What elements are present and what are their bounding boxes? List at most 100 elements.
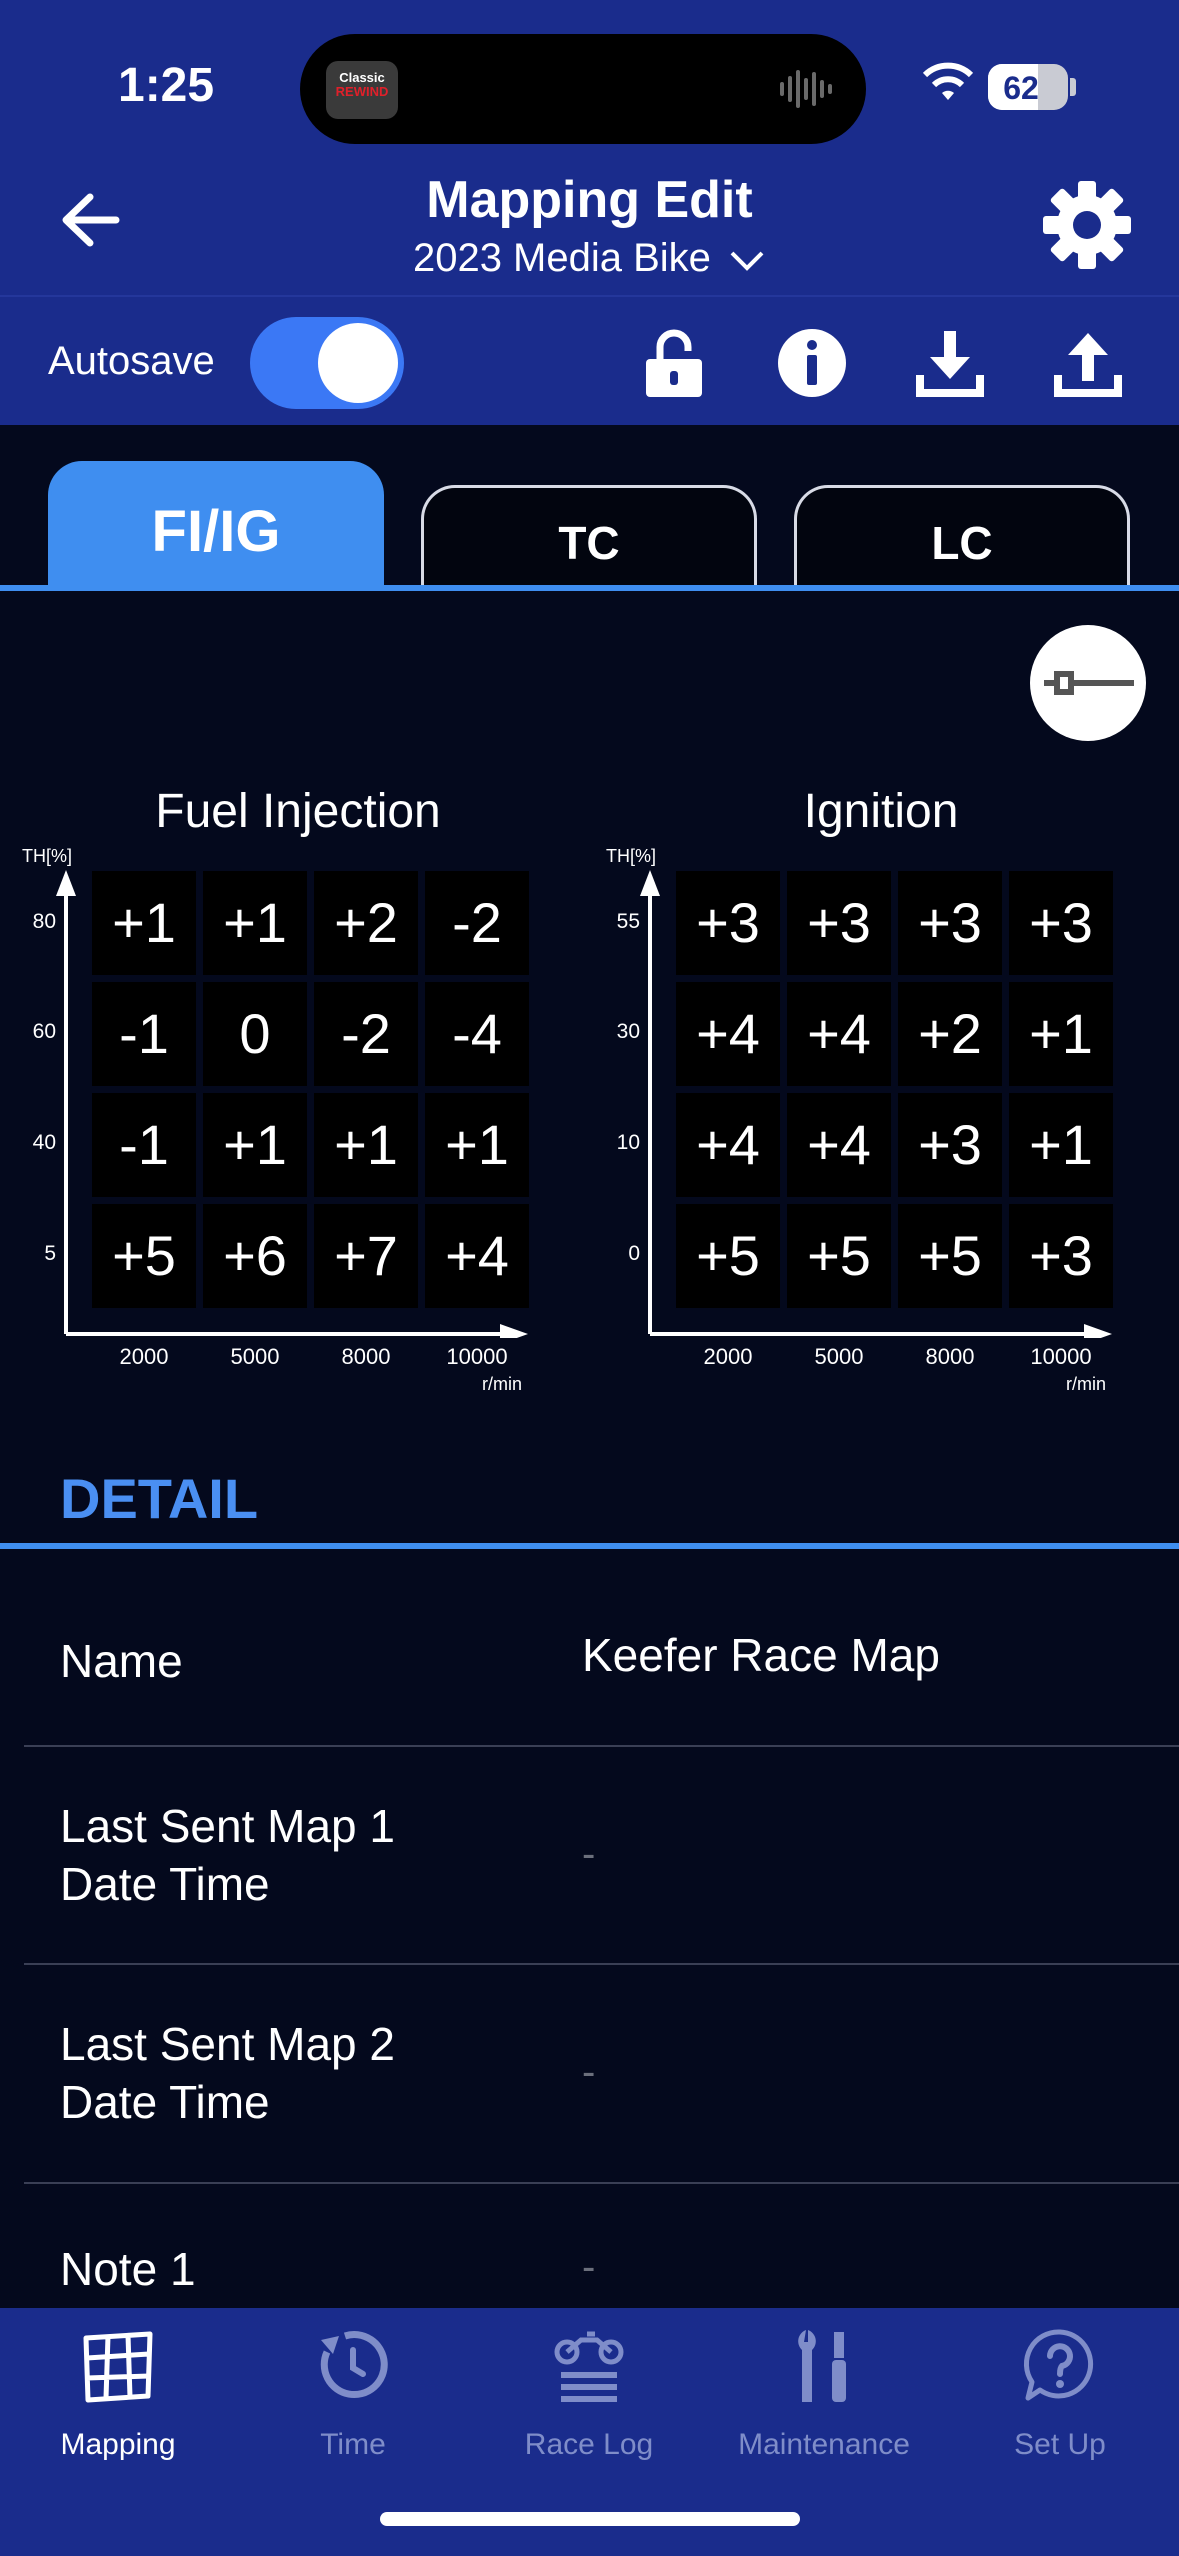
ignition-x-tick: 8000 xyxy=(925,1344,975,1369)
fuel-map-title: Fuel Injection xyxy=(155,785,441,838)
nav-set-up[interactable]: Set Up xyxy=(942,2308,1178,2488)
stopwatch-icon xyxy=(320,2331,388,2399)
ignition-cell[interactable]: +4 xyxy=(787,1093,891,1197)
settings-gear-icon[interactable] xyxy=(1042,180,1132,270)
fuel-cell[interactable]: -4 xyxy=(425,982,529,1086)
ignition-cell[interactable]: +3 xyxy=(787,871,891,975)
fuel-x-tick: 8000 xyxy=(341,1344,391,1369)
tab-fi-ig[interactable]: FI/IG xyxy=(48,461,384,589)
fuel-cell[interactable]: 0 xyxy=(203,982,307,1086)
tools-icon xyxy=(798,2330,846,2402)
motorcycle-icon xyxy=(554,2331,624,2402)
header-bar: 1:25 Classic REWIND 62 Mapping Edit 2023… xyxy=(0,0,1179,295)
upload-icon[interactable] xyxy=(1050,325,1126,401)
ignition-cell[interactable]: +3 xyxy=(898,871,1002,975)
fuel-cell[interactable]: +2 xyxy=(314,871,418,975)
nav-time[interactable]: Time xyxy=(235,2308,471,2488)
nav-label: Set Up xyxy=(1014,2428,1106,2461)
fuel-cell[interactable]: +1 xyxy=(92,871,196,975)
nav-mapping[interactable]: Mapping xyxy=(0,2308,236,2488)
ignition-cell[interactable]: +4 xyxy=(787,982,891,1086)
help-bubble-icon xyxy=(1023,2329,1094,2401)
detail-value: - xyxy=(582,2050,596,2094)
detail-label: Note 1 xyxy=(60,2243,196,2295)
detail-label: Name xyxy=(60,1635,183,1687)
fuel-x-unit: r/min xyxy=(482,1374,522,1394)
download-icon[interactable] xyxy=(912,325,988,401)
adjust-slider-button[interactable] xyxy=(1030,625,1146,741)
tab-lc[interactable]: LC xyxy=(794,485,1130,589)
fuel-cell[interactable]: -2 xyxy=(425,871,529,975)
ignition-cell[interactable]: +5 xyxy=(787,1204,891,1308)
ignition-cell[interactable]: +1 xyxy=(1009,1093,1113,1197)
ignition-cell[interactable]: +3 xyxy=(1009,871,1113,975)
bike-selector[interactable]: 2023 Media Bike xyxy=(0,236,1179,281)
nav-label: Maintenance xyxy=(738,2428,910,2461)
map-grid-icon xyxy=(83,2331,153,2403)
dynamic-island: Classic REWIND xyxy=(300,34,866,144)
ignition-cell[interactable]: +5 xyxy=(898,1204,1002,1308)
status-time: 1:25 xyxy=(118,59,215,112)
info-icon[interactable] xyxy=(774,325,850,401)
fuel-cell[interactable]: +1 xyxy=(425,1093,529,1197)
ignition-y-tick: 0 xyxy=(628,1242,640,1265)
ignition-cell[interactable]: +2 xyxy=(898,982,1002,1086)
audio-wave-icon xyxy=(780,70,832,108)
fuel-y-tick: 40 xyxy=(32,1131,56,1154)
autosave-label: Autosave xyxy=(48,339,215,383)
ignition-map-title: Ignition xyxy=(803,785,959,838)
fuel-cell[interactable]: -1 xyxy=(92,982,196,1086)
fuel-cell[interactable]: +1 xyxy=(203,871,307,975)
detail-value: - xyxy=(582,2245,596,2289)
row-divider xyxy=(24,2182,1179,2184)
nav-race-log[interactable]: Race Log xyxy=(471,2308,707,2488)
fuel-cell[interactable]: +6 xyxy=(203,1204,307,1308)
detail-heading: DETAIL xyxy=(60,1467,259,1530)
ignition-x-tick: 2000 xyxy=(703,1344,753,1369)
ignition-cell[interactable]: +3 xyxy=(898,1093,1002,1197)
fuel-cell[interactable]: +5 xyxy=(92,1204,196,1308)
autosave-toggle[interactable] xyxy=(250,317,404,409)
fuel-y-tick: 60 xyxy=(32,1020,56,1043)
ignition-cell[interactable]: +3 xyxy=(1009,1204,1113,1308)
slider-icon xyxy=(1044,671,1134,695)
ignition-cell[interactable]: +4 xyxy=(676,982,780,1086)
battery-indicator: 62 xyxy=(988,64,1068,110)
tab-tc[interactable]: TC xyxy=(421,485,757,589)
home-indicator[interactable] xyxy=(380,2512,800,2526)
unlock-icon[interactable] xyxy=(636,325,712,401)
wifi-icon xyxy=(922,62,974,100)
ignition-x-unit: r/min xyxy=(1066,1374,1106,1394)
ignition-cell[interactable]: +1 xyxy=(1009,982,1113,1086)
fuel-cell[interactable]: +1 xyxy=(314,1093,418,1197)
ignition-y-tick: 30 xyxy=(616,1020,640,1043)
nav-maintenance[interactable]: Maintenance xyxy=(706,2308,942,2488)
fuel-cell[interactable]: -2 xyxy=(314,982,418,1086)
chevron-down-icon xyxy=(730,252,764,272)
detail-value: - xyxy=(582,1832,596,1876)
ignition-cell[interactable]: +4 xyxy=(676,1093,780,1197)
fuel-cell[interactable]: +4 xyxy=(425,1204,529,1308)
ignition-x-tick: 5000 xyxy=(814,1344,864,1369)
toolbar: Autosave xyxy=(0,295,1179,425)
ignition-y-tick: 55 xyxy=(616,910,640,933)
detail-value: Keefer Race Map xyxy=(582,1629,940,1681)
detail-label: Last Sent Map 2 Date Time xyxy=(60,2018,395,2128)
fuel-y-axis-label: TH[%] xyxy=(22,846,73,866)
tab-underline xyxy=(0,585,1179,591)
fuel-x-tick: 10000 xyxy=(446,1344,508,1369)
ignition-cell[interactable]: +3 xyxy=(676,871,780,975)
fuel-cell[interactable]: +7 xyxy=(314,1204,418,1308)
nav-label: Time xyxy=(320,2428,386,2461)
fuel-x-tick: 5000 xyxy=(230,1344,280,1369)
nav-label: Mapping xyxy=(60,2428,176,2461)
ignition-cell[interactable]: +5 xyxy=(676,1204,780,1308)
detail-underline xyxy=(0,1543,1179,1549)
ignition-y-axis-label: TH[%] xyxy=(606,846,657,866)
map-tabs: FI/IG TC LC xyxy=(0,425,1179,595)
fuel-y-tick: 5 xyxy=(44,1242,56,1265)
bike-name: 2023 Media Bike xyxy=(412,236,711,280)
fuel-cell[interactable]: -1 xyxy=(92,1093,196,1197)
app-logo: Classic REWIND xyxy=(326,61,398,119)
fuel-cell[interactable]: +1 xyxy=(203,1093,307,1197)
